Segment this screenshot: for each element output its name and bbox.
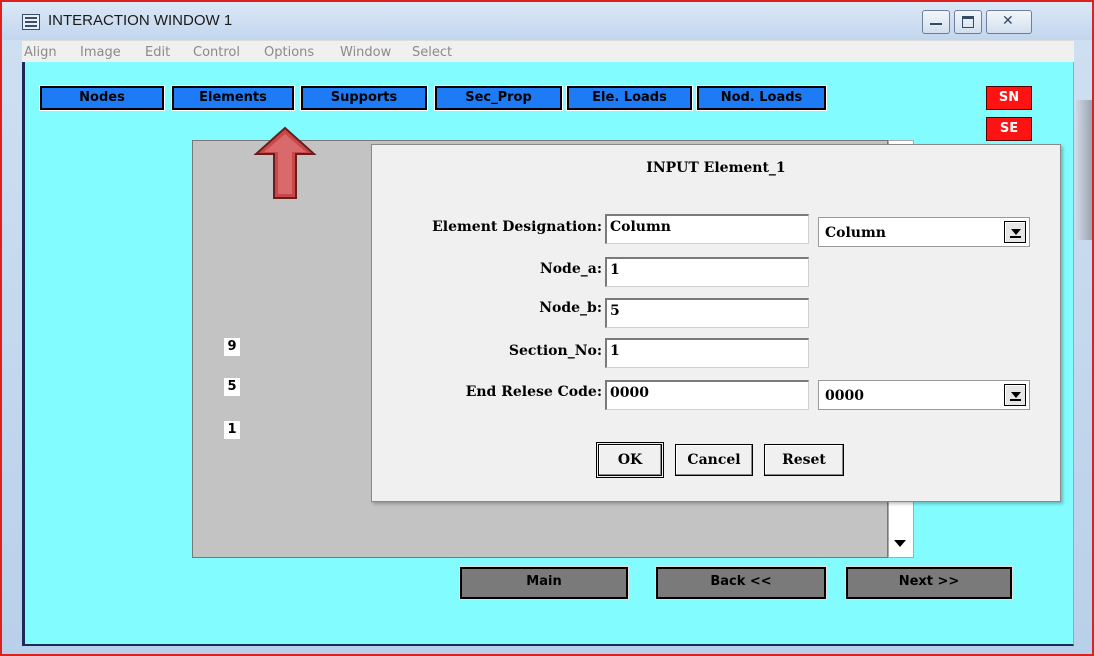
back-button[interactable]: Back << [655,566,827,600]
tab-supports[interactable]: Supports [300,85,428,111]
node-b-label: Node_b: [539,300,602,316]
se-button[interactable]: SE [986,117,1032,141]
next-button[interactable]: Next >> [845,566,1013,600]
tab-sec-prop[interactable]: Sec_Prop [434,85,563,111]
menu-window[interactable]: Window [340,45,391,60]
menu-image[interactable]: Image [80,45,121,60]
ok-button[interactable]: OK [596,442,664,478]
node-label: 9 [224,338,240,356]
scroll-down-icon[interactable] [894,540,906,547]
menu-select[interactable]: Select [412,45,452,60]
end-release-code-label: End Relese Code: [465,384,602,400]
maximize-icon[interactable] [954,10,982,34]
node-a-label: Node_a: [539,261,602,277]
chevron-down-icon[interactable] [1004,221,1026,243]
node-label: 5 [224,378,240,396]
menu-options[interactable]: Options [264,45,314,60]
dialog-title: INPUT Element_1 [646,160,786,176]
reset-button[interactable]: Reset [764,444,844,476]
node-b-field[interactable]: 5 [605,298,809,328]
section-no-label: Section_No: [508,343,602,359]
chevron-down-icon[interactable] [1004,384,1026,406]
menu-control[interactable]: Control [193,45,240,60]
menu-bar: Align Image Edit Control Options Window … [22,40,1074,63]
window-title: INTERACTION WINDOW 1 [48,12,233,29]
node-label: 1 [224,421,240,439]
end-release-code-field[interactable]: 0000 [605,380,809,410]
menu-edit[interactable]: Edit [145,45,170,60]
window-edge [1076,100,1092,240]
app-icon [22,14,40,30]
main-button[interactable]: Main [459,566,629,600]
tab-nodes[interactable]: Nodes [39,85,165,111]
node-a-field[interactable]: 1 [605,257,809,287]
tab-elements[interactable]: Elements [171,85,295,111]
tab-ele-loads[interactable]: Ele. Loads [566,85,693,111]
end-release-code-select-value: 0000 [825,388,864,404]
element-designation-label: Element Designation: [432,219,602,235]
section-no-field[interactable]: 1 [605,338,809,368]
cancel-button[interactable]: Cancel [675,444,753,476]
element-designation-select[interactable]: Column [818,217,1030,247]
end-release-code-select[interactable]: 0000 [818,380,1030,410]
minimize-icon[interactable] [922,10,950,34]
element-designation-select-value: Column [825,225,886,241]
element-designation-field[interactable]: Column [605,214,809,244]
menu-align[interactable]: Align [24,45,57,60]
close-icon[interactable]: ✕ [986,10,1032,34]
sn-button[interactable]: SN [986,86,1032,110]
tab-nod-loads[interactable]: Nod. Loads [696,85,827,111]
title-bar[interactable]: INTERACTION WINDOW 1 ✕ [2,2,1092,40]
